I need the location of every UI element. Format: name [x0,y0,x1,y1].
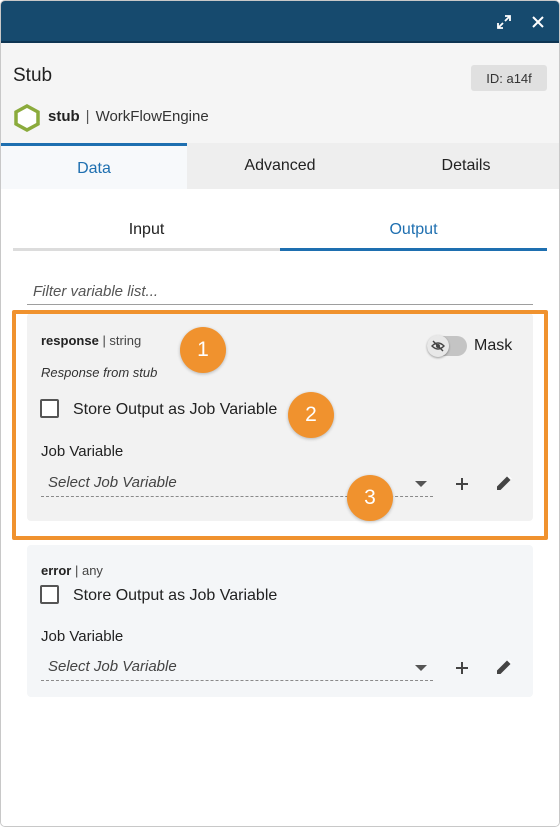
variable-description: Response from stub [41,365,158,380]
filter-variable-input[interactable] [27,279,533,305]
close-icon[interactable] [527,11,549,33]
expand-icon[interactable] [493,11,515,33]
mask-toggle[interactable] [427,335,467,357]
dialog-title: Stub [13,65,53,86]
select-placeholder: Select Job Variable [48,658,177,675]
edit-icon[interactable] [492,471,516,495]
job-variable-label: Job Variable [41,628,124,645]
io-tabs: Input Output [13,211,547,251]
subtitle-separator: | [85,108,90,125]
callout-2: 2 [288,392,334,438]
store-output-checkbox[interactable] [40,585,59,604]
step-subtitle: stub | WorkFlowEngine [48,108,209,125]
main-tabs: Data Advanced Details [1,143,559,189]
add-icon[interactable] [450,472,474,496]
title-bar [1,1,559,43]
data-panel: Input Output response | string Mask Resp… [1,189,559,826]
chevron-down-icon [415,665,427,671]
id-badge: ID: a14f [471,65,547,91]
tab-input[interactable]: Input [13,211,280,251]
callout-3: 3 [347,475,393,521]
variable-name: response | string [41,333,141,348]
variable-type: | string [102,333,142,348]
chevron-down-icon [415,481,427,487]
job-variable-label: Job Variable [41,443,124,460]
tab-output[interactable]: Output [280,211,547,251]
variable-name-label: response [41,333,99,348]
store-output-checkbox[interactable] [40,399,59,418]
add-icon[interactable] [450,656,474,680]
tab-advanced[interactable]: Advanced [187,143,373,189]
variable-name: error | any [41,563,103,578]
tab-details[interactable]: Details [373,143,559,189]
dialog-header: Stub ID: a14f stub | WorkFlowEngine [1,43,559,143]
store-output-label: Store Output as Job Variable [73,587,278,604]
output-card-response: response | string Mask Response from stu… [27,313,533,521]
edit-icon[interactable] [492,655,516,679]
hexagon-icon [14,104,40,132]
store-output-label: Store Output as Job Variable [73,401,278,418]
callout-1: 1 [180,327,226,373]
variable-type: | any [74,563,103,578]
eye-off-icon [427,335,449,357]
variable-name-label: error [41,563,72,578]
step-name: stub [48,108,80,125]
stub-dialog: Stub ID: a14f stub | WorkFlowEngine Data A… [0,0,560,827]
mask-label: Mask [474,337,513,354]
job-variable-select[interactable]: Select Job Variable [41,655,433,681]
tab-data[interactable]: Data [1,143,187,189]
select-placeholder: Select Job Variable [48,474,177,491]
engine-name: WorkFlowEngine [95,108,209,125]
output-card-error: error | any Store Output as Job Variable… [27,545,533,697]
